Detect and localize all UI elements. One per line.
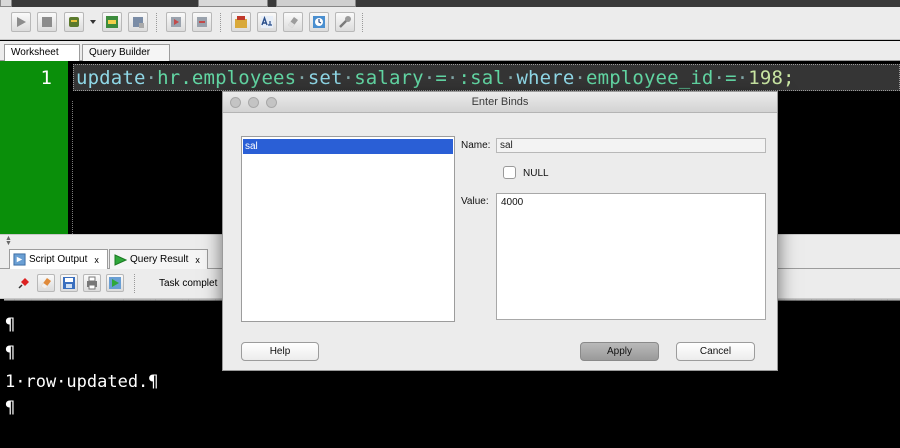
worksheet-tab-bar: Worksheet Query Builder [0,41,900,62]
save-icon [63,277,75,289]
window-tab-fragment[interactable] [276,0,356,7]
sql-icon [235,16,247,28]
output-line: ¶ [5,343,16,363]
tab-query-result-label: Query Result [130,253,189,265]
window-tab-fragment[interactable] [0,0,12,7]
close-icon[interactable]: x [195,251,200,269]
run-statement-button[interactable] [11,12,31,32]
play-icon [17,17,26,27]
close-icon[interactable]: x [94,251,99,269]
tools-icon [339,16,351,28]
commit-icon [171,17,181,27]
to-upper-lower-button[interactable] [257,12,277,32]
sql-tuning-button[interactable] [231,12,251,32]
worksheet-toolbar [0,7,900,40]
rollback-icon [197,17,207,27]
run-script-button[interactable] [37,12,57,32]
output-run-icon [109,277,121,289]
bind-name-field: sal [496,138,766,153]
script-output-icon [13,253,26,266]
output-line: ¶ [5,398,16,418]
text-case-icon [261,15,273,28]
toolbar-separator [220,13,221,32]
save-output-button[interactable] [60,274,78,292]
dropdown-arrow-icon[interactable] [90,20,96,24]
commit-button[interactable] [64,12,84,32]
line-number-gutter: 1 [0,61,68,234]
bind-value-input[interactable]: 4000 [496,193,766,320]
dialog-title: Enter Binds [471,96,529,108]
database-icon [69,17,79,27]
splitter-arrows-icon[interactable]: ▲ ▼ [5,235,12,247]
tab-query-builder[interactable]: Query Builder [82,44,170,61]
trace-icon [133,17,144,28]
tab-worksheet[interactable]: Worksheet [4,44,80,62]
pin-icon[interactable] [16,277,30,291]
null-label: NULL [523,168,549,179]
apply-button[interactable]: Apply [580,342,659,361]
tab-script-output[interactable]: Script Output x [9,249,108,269]
list-item[interactable]: sal [243,139,453,154]
commit-transaction-button[interactable] [166,12,186,32]
run-arrow-icon [114,253,127,266]
sql-history-button[interactable] [309,12,329,32]
bind-variable-list[interactable]: sal [241,136,455,322]
history-icon [313,16,325,28]
toolbar-separator [362,13,363,32]
output-line: 1·row·updated.¶ [5,372,159,392]
unshared-worksheet-button[interactable] [335,12,355,32]
sql-statement[interactable]: update·hr.employees·set·salary·=·:sal·wh… [76,67,795,89]
clear-output-button[interactable] [37,274,55,292]
value-label: Value: [461,196,489,207]
name-label: Name: [461,140,491,151]
output-line: ¶ [5,315,16,335]
rollback-button[interactable] [192,12,212,32]
cancel-button[interactable]: Cancel [676,342,755,361]
line-number: 1 [40,67,52,89]
print-output-button[interactable] [83,274,101,292]
run-output-button[interactable] [106,274,124,292]
eraser-icon [288,17,298,28]
help-button[interactable]: Help [241,342,319,361]
print-icon [87,276,97,290]
toolbar-separator [134,274,135,293]
plan-icon [106,16,118,28]
tab-script-output-label: Script Output [29,253,88,265]
autotrace-button[interactable] [128,12,148,32]
window-tab-fragment[interactable] [198,0,268,7]
gutter-guide-line [72,101,73,234]
null-checkbox[interactable] [503,166,516,179]
enter-binds-dialog: Enter Binds sal Name: sal NULL Value: 40… [222,91,778,371]
tab-query-result[interactable]: Query Result x [109,249,208,269]
explain-plan-button[interactable] [102,12,122,32]
eraser-icon [41,278,51,289]
clear-button[interactable] [283,12,303,32]
task-status-text: Task complet [159,278,218,289]
window-tab-strip [0,0,900,7]
toolbar-separator [156,13,157,32]
dialog-title-bar[interactable]: Enter Binds [223,92,777,113]
stop-square-icon [42,17,52,27]
